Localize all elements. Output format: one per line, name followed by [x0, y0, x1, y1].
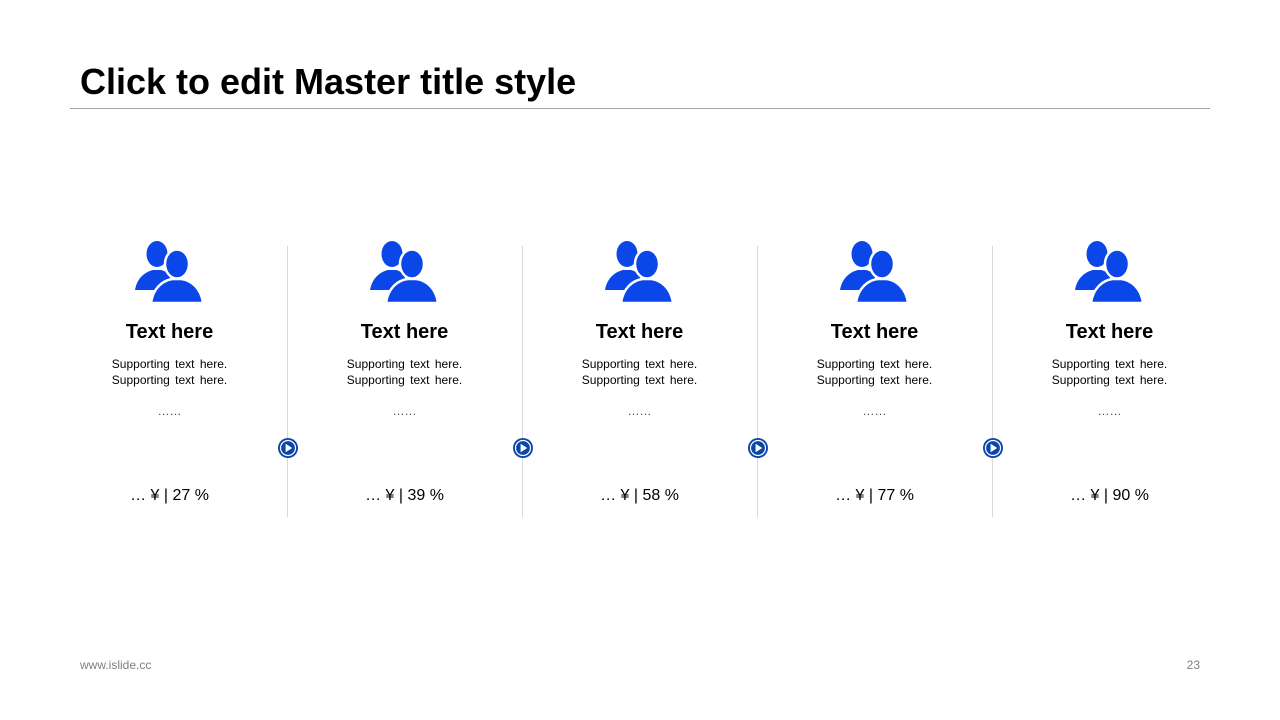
column-title[interactable]: Text here — [52, 320, 287, 344]
play-arrow-icon — [513, 438, 533, 458]
two-people-icon — [839, 241, 909, 304]
two-people-icon — [134, 241, 204, 304]
column-dots: …… — [862, 404, 887, 418]
description-line: Supporting text here. — [816, 373, 933, 387]
two-people-icon — [369, 241, 439, 304]
two-people-icon — [604, 241, 674, 304]
description-line: Supporting text here. — [581, 357, 698, 371]
column-dots: …… — [392, 404, 417, 418]
column-divider — [287, 246, 288, 517]
column-title[interactable]: Text here — [287, 320, 522, 344]
column-4: Text here Supporting text here. Supporti… — [757, 236, 992, 526]
column-title[interactable]: Text here — [522, 320, 757, 344]
description-line: Supporting text here. — [1051, 373, 1168, 387]
column-description[interactable]: Supporting text here. Supporting text he… — [52, 356, 287, 388]
column-5: Text here Supporting text here. Supporti… — [992, 236, 1227, 526]
column-stat[interactable]: … ¥ | 39 % — [287, 486, 522, 506]
column-title[interactable]: Text here — [992, 320, 1227, 344]
play-arrow-icon — [278, 438, 298, 458]
description-line: Supporting text here. — [111, 373, 228, 387]
column-description[interactable]: Supporting text here. Supporting text he… — [522, 356, 757, 388]
column-3: Text here Supporting text here. Supporti… — [522, 236, 757, 526]
footer-website: www.islide.cc — [80, 658, 152, 672]
page-number: 23 — [1186, 658, 1200, 672]
column-dots: …… — [1097, 404, 1122, 418]
columns-container: Text here Supporting text here. Supporti… — [52, 236, 1227, 526]
column-title[interactable]: Text here — [757, 320, 992, 344]
description-line: Supporting text here. — [346, 357, 463, 371]
description-line: Supporting text here. — [1051, 357, 1168, 371]
column-2: Text here Supporting text here. Supporti… — [287, 236, 522, 526]
column-description[interactable]: Supporting text here. Supporting text he… — [992, 356, 1227, 388]
slide: Click to edit Master title style Text he… — [0, 0, 1280, 720]
two-people-icon — [1074, 241, 1144, 304]
column-divider — [757, 246, 758, 517]
column-dots: …… — [157, 404, 182, 418]
description-line: Supporting text here. — [816, 357, 933, 371]
play-arrow-icon — [748, 438, 768, 458]
description-line: Supporting text here. — [581, 373, 698, 387]
column-divider — [992, 246, 993, 517]
column-stat[interactable]: … ¥ | 90 % — [992, 486, 1227, 506]
column-stat[interactable]: … ¥ | 77 % — [757, 486, 992, 506]
description-line: Supporting text here. — [346, 373, 463, 387]
slide-title[interactable]: Click to edit Master title style — [80, 60, 576, 104]
column-divider — [522, 246, 523, 517]
column-description[interactable]: Supporting text here. Supporting text he… — [757, 356, 992, 388]
play-arrow-icon — [983, 438, 1003, 458]
column-stat[interactable]: … ¥ | 58 % — [522, 486, 757, 506]
column-dots: …… — [627, 404, 652, 418]
description-line: Supporting text here. — [111, 357, 228, 371]
title-divider — [70, 108, 1210, 109]
column-stat[interactable]: … ¥ | 27 % — [52, 486, 287, 506]
column-1: Text here Supporting text here. Supporti… — [52, 236, 287, 526]
column-description[interactable]: Supporting text here. Supporting text he… — [287, 356, 522, 388]
